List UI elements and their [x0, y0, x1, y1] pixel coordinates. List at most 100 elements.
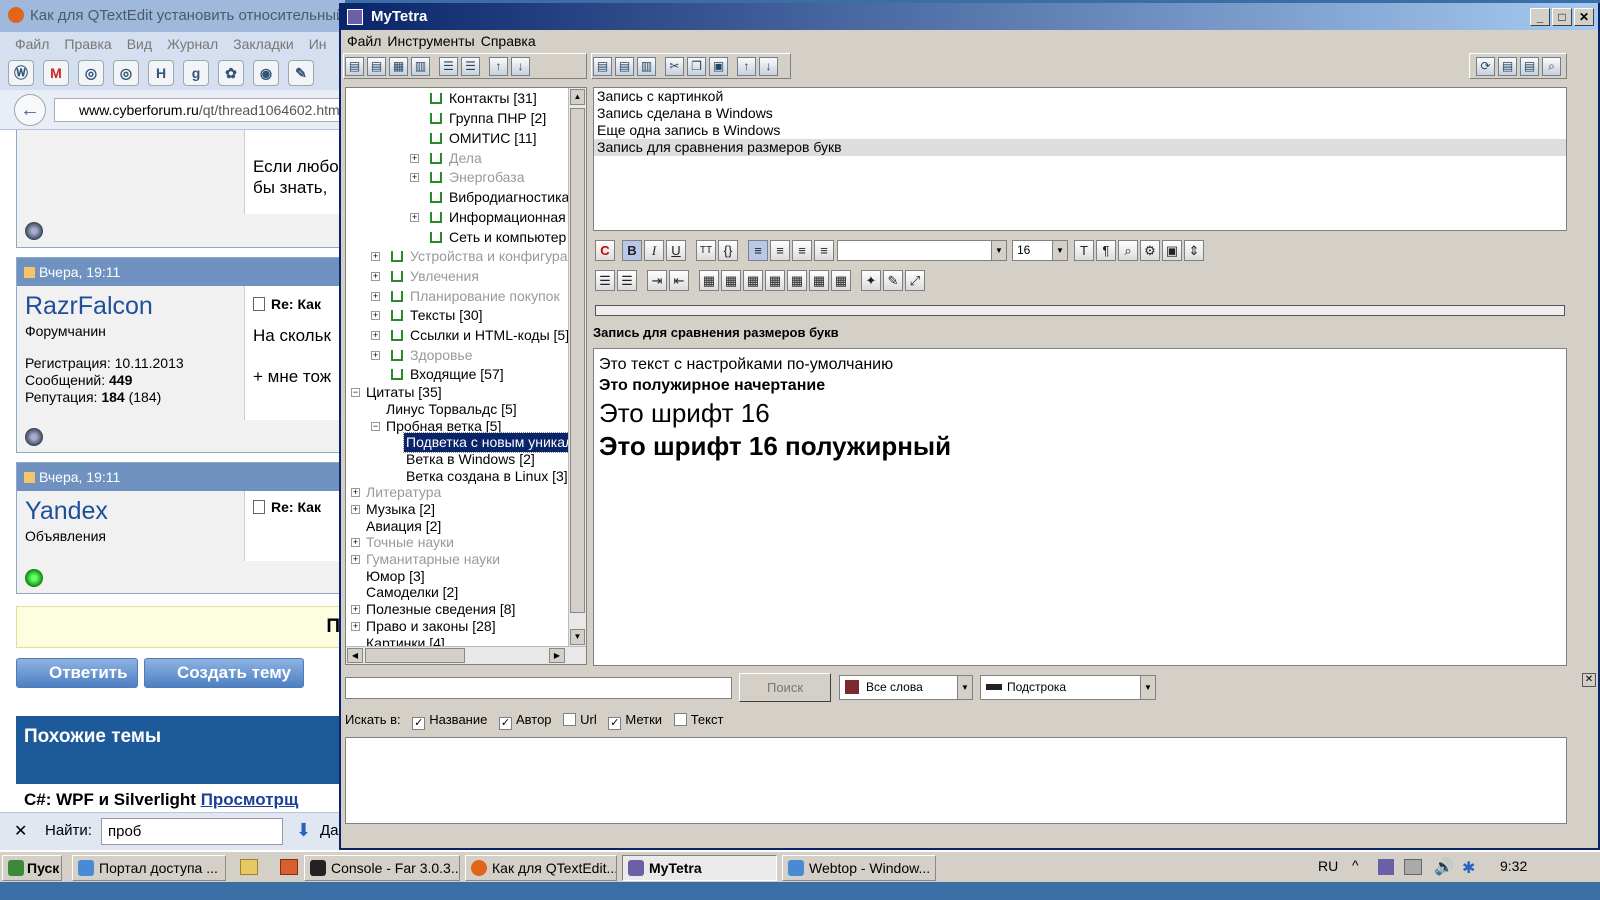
table-add-col-icon[interactable]: ▦	[765, 270, 785, 291]
maximize-icon[interactable]: □	[1552, 8, 1572, 26]
tree-node[interactable]: + Здоровье	[371, 346, 473, 365]
indent-decrease-icon[interactable]: ⇤	[669, 270, 689, 291]
language-indicator[interactable]: RU	[1318, 858, 1338, 874]
expand-icon[interactable]: +	[351, 538, 360, 547]
record-item[interactable]: Еще одна запись в Windows	[594, 122, 1566, 139]
record-item[interactable]: Запись с картинкой	[594, 88, 1566, 105]
tree-vscrollbar[interactable]: ▲ ▼	[568, 88, 586, 646]
tree-node[interactable]: + Увлечения	[371, 267, 479, 286]
checkbox-tags[interactable]: ✓	[608, 717, 622, 730]
media-icon[interactable]	[280, 859, 298, 875]
add-record-before-icon[interactable]: ▤	[615, 57, 634, 76]
underline-icon[interactable]: U	[666, 240, 686, 261]
taskbar-item[interactable]: Портал доступа ...	[72, 855, 226, 881]
bookmark-icon[interactable]: ◎	[78, 60, 104, 86]
link-icon[interactable]: ✎	[883, 270, 903, 291]
taskbar-item[interactable]: Webtop - Window...	[782, 855, 936, 881]
scroll-right-icon[interactable]: ▶	[549, 648, 565, 663]
move-down-icon[interactable]: ↓	[759, 57, 778, 76]
browser-menu-view[interactable]: Вид	[127, 32, 152, 56]
monospace-icon[interactable]: TT	[696, 240, 716, 261]
sync-icon[interactable]: ⟳	[1476, 57, 1495, 76]
table-remove-row-icon[interactable]: ▦	[743, 270, 763, 291]
italic-icon[interactable]: I	[644, 240, 664, 261]
browser-menu-file[interactable]: Файл	[15, 32, 49, 56]
dropbox-icon[interactable]: ✱	[1462, 858, 1475, 878]
bookmark-icon[interactable]: ✿	[218, 60, 244, 86]
volume-icon[interactable]: 🔊	[1434, 857, 1454, 877]
tree-node[interactable]: Сеть и компьютер	[430, 228, 566, 247]
settings-icon[interactable]: ⚙	[1140, 240, 1160, 261]
close-icon[interactable]: ✕	[14, 821, 27, 841]
record-item[interactable]: Запись сделана в Windows	[594, 105, 1566, 122]
tree-hscrollbar[interactable]: ◀ ▶	[346, 646, 586, 664]
align-justify-icon[interactable]: ≡	[814, 240, 834, 261]
match-mode-select[interactable]: Подстрока ▼	[980, 675, 1156, 700]
browser-menu-history[interactable]: Журнал	[167, 32, 218, 56]
minimize-icon[interactable]: _	[1530, 8, 1550, 26]
collapse-all-icon[interactable]: ☰	[461, 57, 480, 76]
image-icon[interactable]: ✦	[861, 270, 881, 291]
expand-icon[interactable]: +	[351, 555, 360, 564]
collapse-icon[interactable]: −	[351, 388, 360, 397]
add-record-icon[interactable]: ▤	[593, 57, 612, 76]
back-icon[interactable]: ▤	[1498, 57, 1517, 76]
username-link[interactable]: Yandex	[25, 497, 236, 526]
fullscreen-icon[interactable]: ⤢	[905, 270, 925, 291]
delete-record-icon[interactable]: ▥	[637, 57, 656, 76]
bookmark-icon[interactable]: Ⓦ	[8, 60, 34, 86]
font-family-select[interactable]: ▼	[837, 240, 1007, 261]
browser-menu-edit[interactable]: Правка	[64, 32, 111, 56]
tree-node[interactable]: + Тексты [30]	[371, 306, 483, 325]
tree-node[interactable]: + Информационная	[410, 208, 566, 227]
align-right-icon[interactable]: ≡	[792, 240, 812, 261]
search-input[interactable]	[345, 677, 732, 699]
find-text-icon[interactable]: ⌕	[1118, 240, 1138, 261]
tray-app-icon[interactable]	[1378, 859, 1394, 875]
tree-node[interactable]: + Планирование покупок	[371, 287, 560, 306]
url-field[interactable]: www.cyberforum.ru/qt/thread1064602.htm	[54, 98, 345, 122]
text-editor[interactable]: Это текст с настройками по-умолчанию Это…	[593, 348, 1567, 666]
expand-icon[interactable]: +	[351, 505, 360, 514]
table-icon[interactable]: ▦	[699, 270, 719, 291]
bookmark-icon[interactable]: H	[148, 60, 174, 86]
expand-icon[interactable]: +	[410, 173, 419, 182]
close-icon[interactable]: ✕	[1574, 8, 1594, 26]
tree-node[interactable]: + Устройства и конфигура	[371, 247, 568, 266]
reply-button[interactable]: Ответить	[16, 658, 138, 688]
words-mode-select[interactable]: Все слова ▼	[839, 675, 973, 700]
tree-node[interactable]: + Ссылки и HTML-коды [5]	[371, 326, 569, 345]
add-subbranch-icon[interactable]: ▤	[367, 57, 386, 76]
font-color-icon[interactable]: T	[1074, 240, 1094, 261]
expand-toolbar-icon[interactable]: ⇕	[1184, 240, 1204, 261]
menu-tools[interactable]: Инструменты	[387, 30, 474, 52]
table-remove-col-icon[interactable]: ▦	[787, 270, 807, 291]
gmail-icon[interactable]: M	[43, 60, 69, 86]
expand-icon[interactable]: +	[371, 272, 380, 281]
expand-icon[interactable]: +	[351, 488, 360, 497]
bookmark-icon[interactable]: ◎	[113, 60, 139, 86]
tree-node[interactable]: Группа ПНР [2]	[430, 109, 546, 128]
checkbox-url[interactable]	[563, 713, 577, 726]
align-left-icon[interactable]: ≡	[748, 240, 768, 261]
checkbox-author[interactable]: ✓	[498, 717, 512, 730]
new-topic-button[interactable]: Создать тему	[144, 658, 304, 688]
expand-icon[interactable]: +	[410, 154, 419, 163]
add-branch-icon[interactable]: ▤	[345, 57, 364, 76]
browser-menu-bookmarks[interactable]: Закладки	[233, 32, 294, 56]
bullet-list-icon[interactable]: ☰	[617, 270, 637, 291]
tray-expand-icon[interactable]: ^	[1352, 857, 1359, 873]
tree-node[interactable]: + Энергобаза	[410, 168, 524, 187]
bookmark-icon[interactable]: ◉	[253, 60, 279, 86]
expand-icon[interactable]: +	[351, 622, 360, 631]
expand-icon[interactable]: +	[371, 252, 380, 261]
numbered-list-icon[interactable]: ☰	[595, 270, 615, 291]
clear-format-icon[interactable]: C	[595, 240, 615, 261]
branch-tree[interactable]: Контакты [31] Группа ПНР [2] ОМИТИС [11]…	[345, 87, 587, 665]
network-icon[interactable]	[1404, 859, 1422, 875]
back-arrow-icon[interactable]: ←	[14, 94, 46, 126]
record-item-selected[interactable]: Запись для сравнения размеров букв	[594, 139, 1566, 156]
paragraph-icon[interactable]: ¶	[1096, 240, 1116, 261]
expand-all-icon[interactable]: ☰	[439, 57, 458, 76]
checkbox-title[interactable]: ✓	[412, 717, 426, 730]
